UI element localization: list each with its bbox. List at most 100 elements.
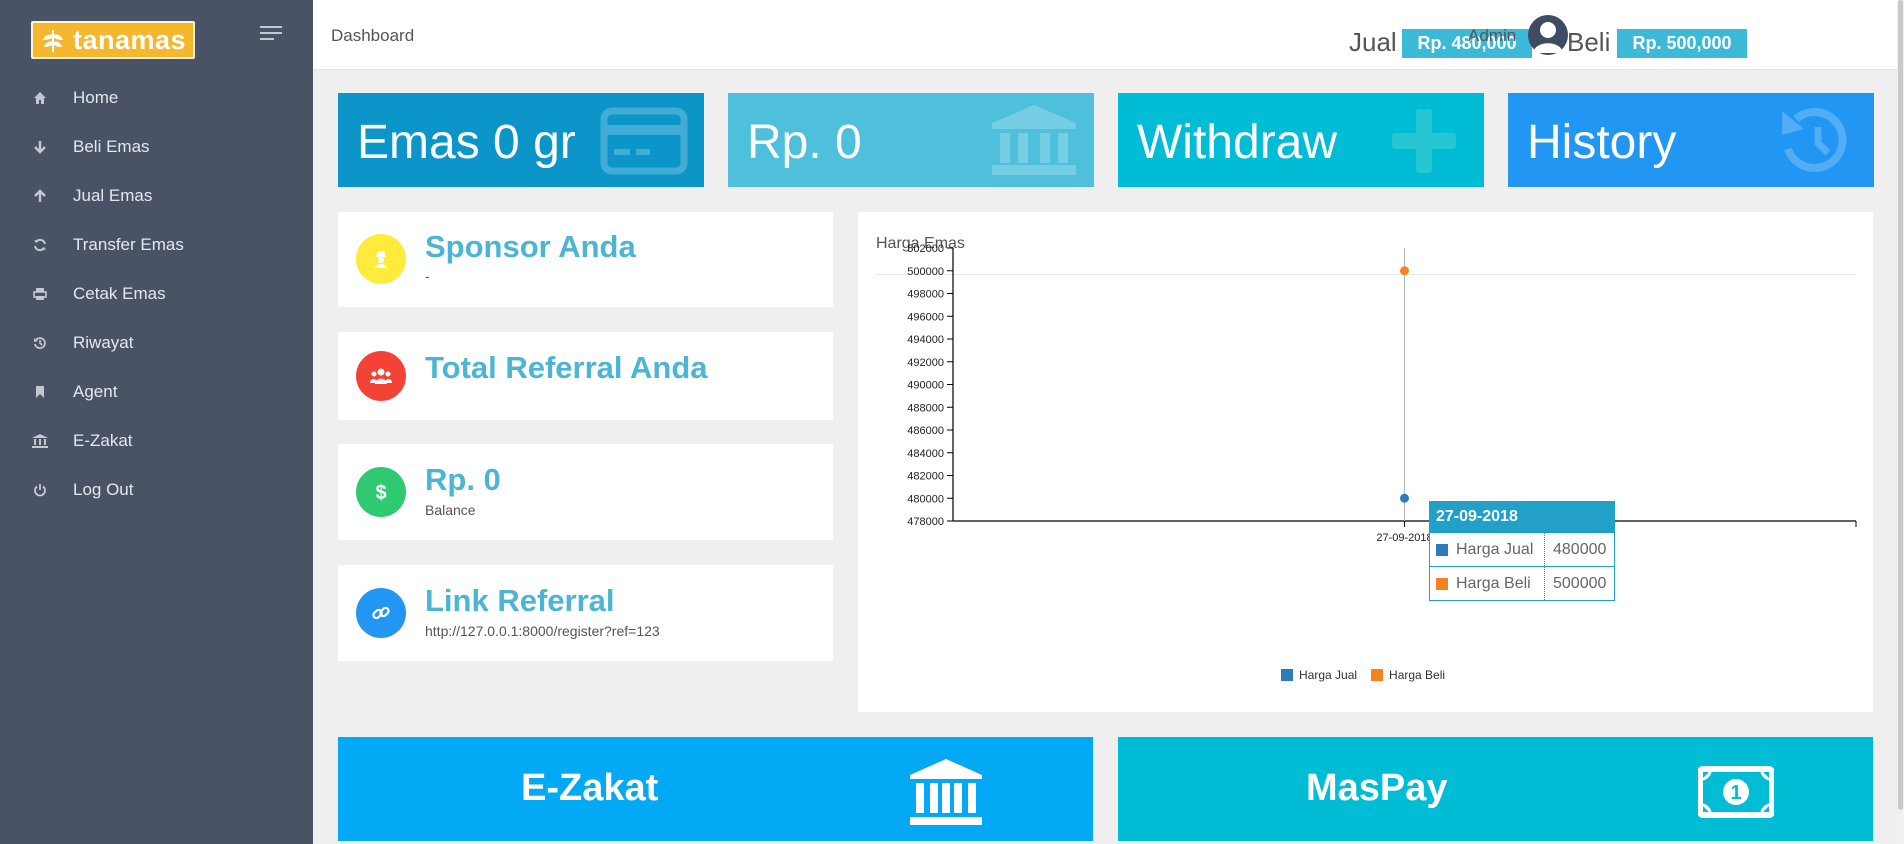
chart-legend: Harga Jual Harga Beli (1281, 668, 1459, 682)
legend-label: Harga Jual (1299, 668, 1358, 682)
y-tick-label: 488000 (907, 402, 944, 414)
menu-toggle-icon[interactable] (260, 26, 282, 42)
tile-e-zakat[interactable]: E-Zakat (338, 737, 1093, 841)
user-name[interactable]: Admin (1468, 26, 1516, 46)
history-icon (1782, 108, 1847, 172)
sidebar-item-label: Transfer Emas (73, 234, 184, 254)
users-icon (370, 368, 392, 384)
card-sponsor: Sponsor Anda - (338, 212, 833, 307)
breadcrumb[interactable]: Dashboard (331, 26, 414, 46)
tile-withdraw[interactable]: Withdraw (1118, 93, 1484, 187)
money-icon: 1 (1698, 766, 1774, 818)
y-tick-label: 480000 (907, 493, 944, 505)
y-tick-label: 478000 (907, 516, 944, 528)
sidebar-item-e-zakat[interactable]: E-Zakat (0, 416, 313, 465)
y-tick-label: 490000 (907, 380, 944, 392)
y-tick-label: 500000 (907, 266, 944, 278)
tile-history-text: History (1527, 116, 1677, 169)
tile-history[interactable]: History (1508, 93, 1874, 187)
tile-rupiah-text: Rp. 0 (747, 116, 862, 169)
arrow-down-icon (32, 139, 48, 155)
brand-name: tanamas (73, 25, 187, 55)
sidebar-item-cetak-emas[interactable]: Cetak Emas (0, 269, 313, 318)
sidebar-nav: Home Beli Emas Jual Emas Transfer Emas C… (0, 73, 313, 514)
sidebar-item-transfer-emas[interactable]: Transfer Emas (0, 220, 313, 269)
beli-price-badge: Rp. 500,000 (1617, 29, 1747, 58)
scrollbar-thumb[interactable] (1898, 0, 1903, 810)
balance-label: Balance (425, 502, 476, 518)
tile-withdraw-text: Withdraw (1137, 116, 1338, 169)
user-avatar-icon (1533, 22, 1563, 53)
series-swatch (1436, 543, 1448, 556)
card-link-referral: Link Referral http://127.0.0.1:8000/regi… (338, 565, 833, 661)
sidebar-item-beli-emas[interactable]: Beli Emas (0, 122, 313, 171)
x-tick-label: 27-09-2018 (1376, 532, 1432, 544)
y-tick-label: 482000 (907, 471, 944, 483)
series-swatch (1436, 577, 1448, 590)
sidebar-item-agent[interactable]: Agent (0, 367, 313, 416)
legend-item-harga-beli[interactable]: Harga Beli (1371, 668, 1445, 682)
tooltip-series-name: Harga Beli (1456, 574, 1531, 592)
chart-panel: Harga Emas 478000 480000 482000 484000 48600… (858, 212, 1873, 712)
sidebar-item-riwayat[interactable]: Riwayat (0, 318, 313, 367)
brand-logo[interactable]: tanamas (31, 21, 195, 59)
dollar-icon: $ (375, 482, 386, 504)
arrow-up-icon (32, 188, 48, 204)
y-tick-label: 492000 (907, 357, 944, 369)
bookmark-icon (32, 384, 48, 400)
jual-label: Jual (1349, 27, 1397, 57)
link-icon (372, 606, 390, 620)
bank-icon (910, 759, 982, 825)
tooltip-row: Harga Beli 500000 (1430, 566, 1614, 600)
card-total-referral: Total Referral Anda (338, 332, 833, 420)
y-tick-label: 498000 (907, 289, 944, 301)
svg-text:$: $ (375, 482, 386, 504)
refresh-icon (32, 237, 48, 253)
sidebar-item-label: Jual Emas (73, 185, 153, 205)
chart-tooltip: 27-09-2018 Harga Jual 480000 Harga Beli … (1429, 501, 1615, 601)
tile-maspay[interactable]: MasPay 1 (1118, 737, 1873, 841)
sidebar-item-label: Log Out (73, 479, 134, 499)
y-tick-label: 502000 (907, 243, 944, 255)
tooltip-series-name: Harga Jual (1456, 540, 1534, 558)
beli-label: Beli (1567, 27, 1611, 57)
y-tick-label: 494000 (907, 334, 944, 346)
topbar: Dashboard Jual Rp. 480,000 Beli Rp. 500,… (313, 0, 1904, 70)
referral-icon-circle (356, 351, 406, 401)
sidebar-item-home[interactable]: Home (0, 73, 313, 122)
leaf-logo-icon (43, 30, 63, 52)
svg-text:1: 1 (1730, 782, 1741, 804)
tooltip-title: 27-09-2018 (1430, 502, 1614, 532)
print-icon (32, 286, 48, 302)
sidebar-item-label: Beli Emas (73, 136, 150, 156)
sidebar-item-label: Cetak Emas (73, 283, 166, 303)
bank-icon (32, 433, 48, 449)
power-icon (32, 482, 48, 498)
tile-maspay-text: MasPay (1306, 767, 1448, 809)
tile-emas[interactable]: Emas 0 gr (338, 93, 704, 187)
avatar[interactable] (1528, 15, 1568, 55)
tooltip-row: Harga Jual 480000 (1430, 532, 1614, 566)
balance-amount: Rp. 0 (425, 462, 501, 497)
link-referral-title: Link Referral (425, 583, 615, 618)
sidebar-item-label: E-Zakat (73, 430, 133, 450)
sidebar-item-jual-emas[interactable]: Jual Emas (0, 171, 313, 220)
link-referral-url[interactable]: http://127.0.0.1:8000/register?ref=123 (425, 623, 660, 639)
legend-label: Harga Beli (1389, 668, 1446, 682)
tile-rupiah[interactable]: Rp. 0 (728, 93, 1094, 187)
legend-item-harga-jual[interactable]: Harga Jual (1281, 668, 1357, 682)
total-referral-title: Total Referral Anda (425, 350, 708, 385)
card-balance: $ Rp. 0 Balance (338, 444, 833, 540)
y-tick-label: 484000 (907, 448, 944, 460)
sidebar-item-label: Riwayat (73, 332, 134, 352)
sidebar-item-label: Home (73, 87, 119, 107)
user-secret-icon (375, 251, 387, 268)
sidebar-item-log-out[interactable]: Log Out (0, 465, 313, 514)
sponsor-title: Sponsor Anda (425, 229, 636, 264)
plus-icon (1392, 109, 1456, 173)
harga-emas-chart[interactable]: 478000 480000 482000 484000 486000 488000 4900… (858, 212, 1873, 712)
tooltip-series-value: 500000 (1553, 574, 1607, 592)
sponsor-icon-circle (356, 234, 406, 284)
data-point (1400, 266, 1409, 276)
bank-icon (992, 105, 1076, 175)
